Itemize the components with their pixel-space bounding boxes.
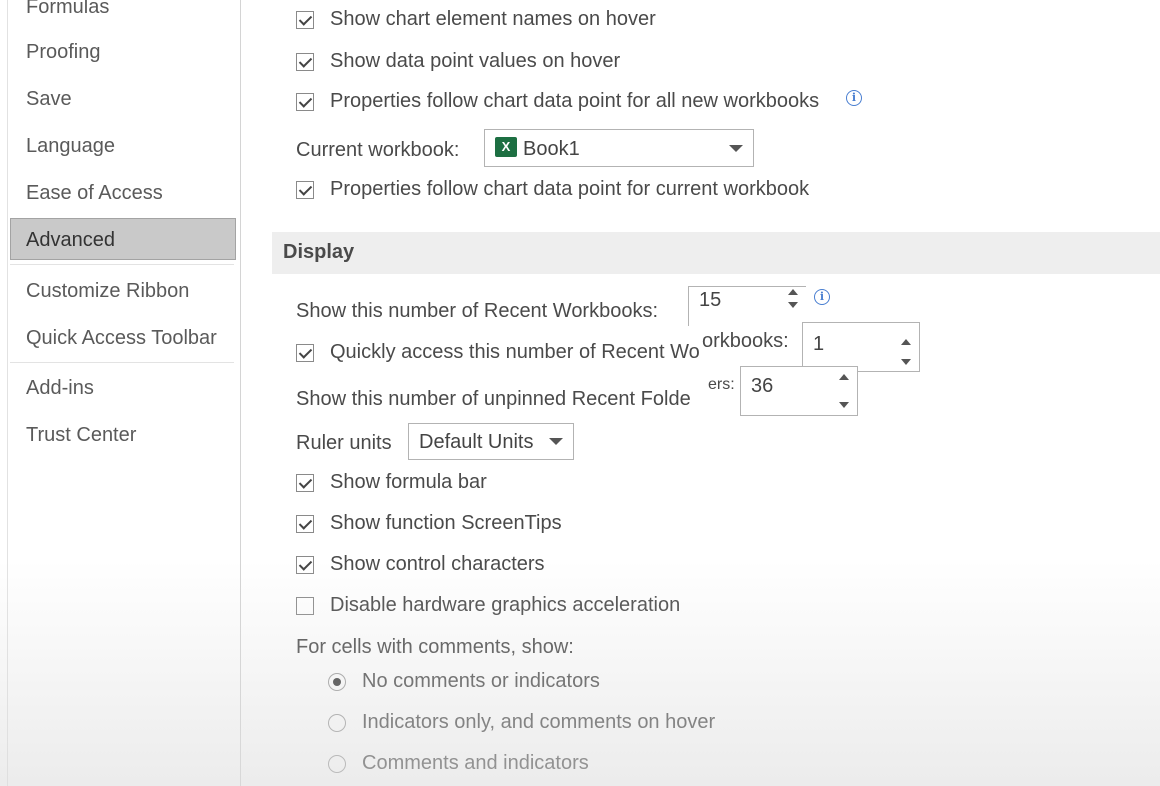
option-label: Show data point values on hover [330, 50, 621, 72]
nav-label: Language [26, 135, 115, 157]
nav-label: Quick Access Toolbar [26, 327, 217, 349]
checkbox-icon[interactable] [296, 93, 314, 111]
section-header-display: Display [272, 232, 1160, 274]
spinner-up-icon[interactable] [839, 374, 849, 380]
checkbox-icon[interactable] [296, 181, 314, 199]
nav-label: Trust Center [26, 424, 137, 446]
checkbox-icon[interactable] [296, 11, 314, 29]
checkbox-icon[interactable] [296, 515, 314, 533]
option-label: Indicators only, and comments on hover [362, 711, 716, 733]
nav-item-advanced[interactable]: Advanced [10, 218, 236, 260]
info-icon[interactable]: i [846, 90, 862, 106]
ruler-units-label: Ruler units [296, 432, 392, 454]
spinner-down-icon[interactable] [788, 302, 798, 308]
nav-item-trust-center[interactable]: Trust Center [10, 414, 236, 456]
option-label: Show function ScreenTips [330, 512, 562, 534]
spinner-down-icon[interactable] [901, 359, 911, 365]
checkbox-icon[interactable] [296, 53, 314, 71]
section-title: Display [283, 241, 355, 263]
option-label: No comments or indicators [362, 670, 600, 692]
radio-icon[interactable] [328, 714, 346, 732]
option-label: Show control characters [330, 553, 545, 575]
checkbox-icon[interactable] [296, 474, 314, 492]
recent-workbooks-spinner[interactable]: 15 [688, 286, 806, 326]
nav-separator [10, 362, 234, 363]
spinner-up-icon[interactable] [901, 339, 911, 345]
nav-item-formulas[interactable]: Formulas [10, 0, 236, 28]
nav-label: Proofing [26, 41, 101, 63]
current-workbook-label: Current workbook: [296, 139, 460, 161]
checkbox-icon[interactable] [296, 597, 314, 615]
nav-item-add-ins[interactable]: Add-ins [10, 367, 236, 409]
radio-icon[interactable] [328, 755, 346, 773]
quick-access-overlay-label: orkbooks: [702, 330, 789, 353]
nav-label: Formulas [26, 0, 110, 18]
spinner-up-icon[interactable] [788, 289, 798, 295]
nav-label: Customize Ribbon [26, 280, 190, 302]
nav-item-save[interactable]: Save [10, 78, 236, 120]
nav-item-proofing[interactable]: Proofing [10, 31, 236, 73]
option-label: Comments and indicators [362, 752, 589, 774]
option-label: Properties follow chart data point for c… [330, 178, 810, 200]
nav-item-quick-access-toolbar[interactable]: Quick Access Toolbar [10, 317, 236, 359]
excel-workbook-icon: X [495, 137, 521, 157]
recent-workbooks-label: Show this number of Recent Workbooks: [296, 300, 659, 322]
nav-separator [10, 264, 234, 265]
dropdown-value: Book1 [523, 138, 580, 160]
nav-item-customize-ribbon[interactable]: Customize Ribbon [10, 270, 236, 312]
option-label: Quickly access this number of Recent Wo [330, 341, 700, 363]
spinner-value: 15 [699, 289, 722, 311]
recent-folders-overlay-label: ers: [708, 376, 735, 393]
chevron-down-icon [549, 438, 563, 445]
nav-label: Advanced [26, 229, 115, 251]
options-content: Show chart element names on hover Show d… [250, 0, 1160, 786]
spinner-down-icon[interactable] [839, 402, 849, 408]
nav-item-ease-of-access[interactable]: Ease of Access [10, 172, 236, 214]
current-workbook-dropdown[interactable]: X Book1 [484, 129, 754, 167]
option-label: Show formula bar [330, 471, 487, 493]
quick-access-spinner[interactable]: 1 [802, 322, 920, 372]
recent-folders-spinner[interactable]: 36 [740, 366, 858, 416]
option-label: Properties follow chart data point for a… [330, 90, 820, 112]
info-icon[interactable]: i [814, 289, 830, 305]
spinner-value: 1 [813, 333, 825, 355]
spinner-value: 36 [751, 375, 774, 397]
ruler-units-dropdown[interactable]: Default Units [408, 423, 574, 460]
nav-label: Save [26, 88, 72, 110]
checkbox-icon[interactable] [296, 344, 314, 362]
chevron-down-icon [729, 145, 743, 152]
nav-label: Ease of Access [26, 182, 163, 204]
dropdown-value: Default Units [419, 431, 534, 453]
recent-folders-label: Show this number of unpinned Recent Fold… [296, 388, 691, 410]
nav-item-language[interactable]: Language [10, 125, 236, 167]
radio-icon[interactable] [328, 673, 346, 691]
nav-label: Add-ins [26, 377, 94, 399]
options-nav: Formulas Proofing Save Language Ease of … [0, 0, 241, 786]
checkbox-icon[interactable] [296, 556, 314, 574]
option-label: Disable hardware graphics acceleration [330, 594, 681, 616]
option-label: Show chart element names on hover [330, 8, 656, 30]
nav-edge [7, 0, 8, 786]
comments-label: For cells with comments, show: [296, 636, 574, 658]
